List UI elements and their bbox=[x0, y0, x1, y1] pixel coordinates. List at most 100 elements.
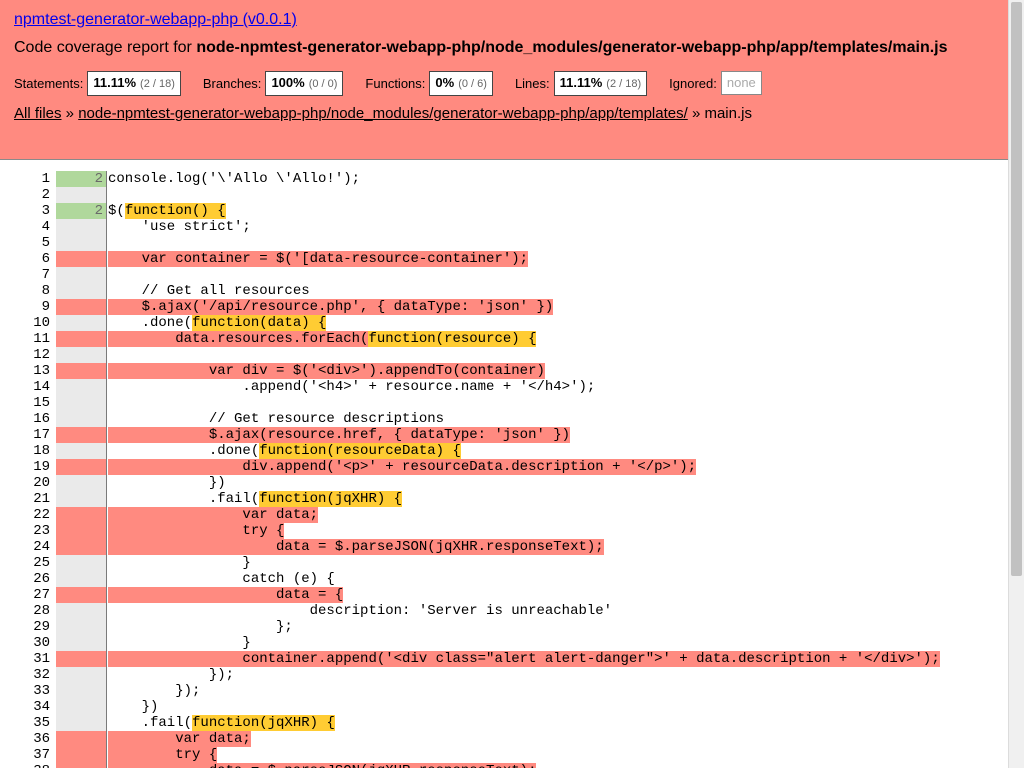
line-number[interactable]: 11 bbox=[0, 331, 50, 347]
line-number[interactable]: 19 bbox=[0, 459, 50, 475]
code-line: 28 description: 'Server is unreachable' bbox=[0, 603, 1008, 619]
line-number[interactable]: 28 bbox=[0, 603, 50, 619]
line-number[interactable]: 35 bbox=[0, 715, 50, 731]
hit-count bbox=[56, 379, 107, 395]
line-number[interactable]: 27 bbox=[0, 587, 50, 603]
line-number[interactable]: 2 bbox=[0, 187, 50, 203]
stat-pct: 11.11% bbox=[93, 74, 137, 90]
code-line: 1 2 console.log('\'Allo \'Allo!'); bbox=[0, 171, 1008, 187]
source-text: var data; bbox=[108, 507, 1008, 523]
stat-label: Branches: bbox=[202, 75, 262, 91]
line-number[interactable]: 23 bbox=[0, 523, 50, 539]
source-text: } bbox=[108, 555, 1008, 571]
source-text: var container = $('[data-resource-contai… bbox=[108, 251, 1008, 267]
line-number[interactable]: 30 bbox=[0, 635, 50, 651]
hit-count bbox=[56, 187, 107, 203]
line-number[interactable]: 5 bbox=[0, 235, 50, 251]
hit-count bbox=[56, 539, 107, 555]
line-number[interactable]: 26 bbox=[0, 571, 50, 587]
line-number[interactable]: 21 bbox=[0, 491, 50, 507]
code-text: }); bbox=[108, 667, 235, 683]
code-line: 29 }; bbox=[0, 619, 1008, 635]
line-number[interactable]: 18 bbox=[0, 443, 50, 459]
uncovered-function: function() { bbox=[124, 203, 226, 219]
line-number[interactable]: 24 bbox=[0, 539, 50, 555]
vertical-scrollbar[interactable] bbox=[1008, 0, 1024, 768]
code-line: 10 .done(function(data) { bbox=[0, 315, 1008, 331]
code-line: 18 .done(function(resourceData) { bbox=[0, 443, 1008, 459]
code-line: 25 } bbox=[0, 555, 1008, 571]
hit-count bbox=[56, 235, 107, 251]
code-text: .append('<h4>' + resource.name + '</h4>'… bbox=[108, 379, 596, 395]
source-text: // Get all resources bbox=[108, 283, 1008, 299]
line-number[interactable]: 25 bbox=[0, 555, 50, 571]
uncovered-statement: div.append('<p>' + resourceData.descript… bbox=[108, 459, 697, 475]
project-title-link[interactable]: npmtest-generator-webapp-php (v0.0.1) bbox=[14, 10, 297, 30]
line-number[interactable]: 13 bbox=[0, 363, 50, 379]
line-number[interactable]: 20 bbox=[0, 475, 50, 491]
hit-count bbox=[56, 715, 107, 731]
code-line: 19 div.append('<p>' + resourceData.descr… bbox=[0, 459, 1008, 475]
line-number[interactable]: 12 bbox=[0, 347, 50, 363]
stat-value-box: 0% (0 / 6) bbox=[429, 70, 493, 96]
code-line: 7 bbox=[0, 267, 1008, 283]
stat-pct: 11.11% bbox=[559, 74, 603, 90]
breadcrumb-all-files-link[interactable]: All files bbox=[14, 105, 62, 122]
uncovered-statement: container.append('<div class="alert aler… bbox=[108, 651, 940, 667]
line-number[interactable]: 1 bbox=[0, 171, 50, 187]
source-text: }); bbox=[108, 667, 1008, 683]
code-text: // Get resource descriptions bbox=[108, 411, 445, 427]
source-text: div.append('<p>' + resourceData.descript… bbox=[108, 459, 1008, 475]
line-number[interactable]: 17 bbox=[0, 427, 50, 443]
hit-count bbox=[56, 619, 107, 635]
code-line: 15 bbox=[0, 395, 1008, 411]
code-line: 32 }); bbox=[0, 667, 1008, 683]
line-number[interactable]: 8 bbox=[0, 283, 50, 299]
line-number[interactable]: 3 bbox=[0, 203, 50, 219]
line-number[interactable]: 31 bbox=[0, 651, 50, 667]
line-number[interactable]: 14 bbox=[0, 379, 50, 395]
subtitle-prefix: Code coverage report for bbox=[14, 39, 197, 56]
line-number[interactable]: 29 bbox=[0, 619, 50, 635]
source-text: $.ajax('/api/resource.php', { dataType: … bbox=[108, 299, 1008, 315]
line-number[interactable]: 22 bbox=[0, 507, 50, 523]
code-line: 27 data = { bbox=[0, 587, 1008, 603]
code-text: .done( bbox=[108, 443, 260, 459]
code-text: .done( bbox=[108, 315, 193, 331]
source-text: catch (e) { bbox=[108, 571, 1008, 587]
code-line: 3 2 $(function() { bbox=[0, 203, 1008, 219]
line-number[interactable]: 7 bbox=[0, 267, 50, 283]
line-number[interactable]: 34 bbox=[0, 699, 50, 715]
line-number[interactable]: 10 bbox=[0, 315, 50, 331]
line-number[interactable]: 38 bbox=[0, 763, 50, 768]
code-line: 24 data = $.parseJSON(jqXHR.responseText… bbox=[0, 539, 1008, 555]
line-number[interactable]: 4 bbox=[0, 219, 50, 235]
uncovered-statement: data = $.parseJSON(jqXHR.responseText); bbox=[108, 763, 537, 768]
code-line: 30 } bbox=[0, 635, 1008, 651]
source-text: } bbox=[108, 635, 1008, 651]
line-number[interactable]: 33 bbox=[0, 683, 50, 699]
uncovered-statement: data = $.parseJSON(jqXHR.responseText); bbox=[108, 539, 604, 555]
hit-count bbox=[56, 459, 107, 475]
scrollbar-thumb[interactable] bbox=[1011, 2, 1022, 576]
hit-count bbox=[56, 667, 107, 683]
ignored-value-box: none bbox=[720, 71, 762, 95]
line-number[interactable]: 15 bbox=[0, 395, 50, 411]
hit-count bbox=[56, 475, 107, 491]
hit-count bbox=[56, 731, 107, 747]
line-number[interactable]: 37 bbox=[0, 747, 50, 763]
uncovered-statement: $.ajax('/api/resource.php', { dataType: … bbox=[108, 299, 554, 315]
line-number[interactable]: 6 bbox=[0, 251, 50, 267]
uncovered-function: function(jqXHR) { bbox=[259, 491, 403, 507]
line-number[interactable]: 16 bbox=[0, 411, 50, 427]
hit-count bbox=[56, 219, 107, 235]
code-text: } bbox=[108, 555, 251, 571]
source-text: $.ajax(resource.href, { dataType: 'json'… bbox=[108, 427, 1008, 443]
line-number[interactable]: 36 bbox=[0, 731, 50, 747]
breadcrumb-directory-link[interactable]: node-npmtest-generator-webapp-php/node_m… bbox=[78, 105, 688, 122]
hit-count bbox=[56, 603, 107, 619]
line-number[interactable]: 9 bbox=[0, 299, 50, 315]
uncovered-function: function(jqXHR) { bbox=[192, 715, 335, 731]
line-number[interactable]: 32 bbox=[0, 667, 50, 683]
hit-count bbox=[56, 651, 107, 667]
